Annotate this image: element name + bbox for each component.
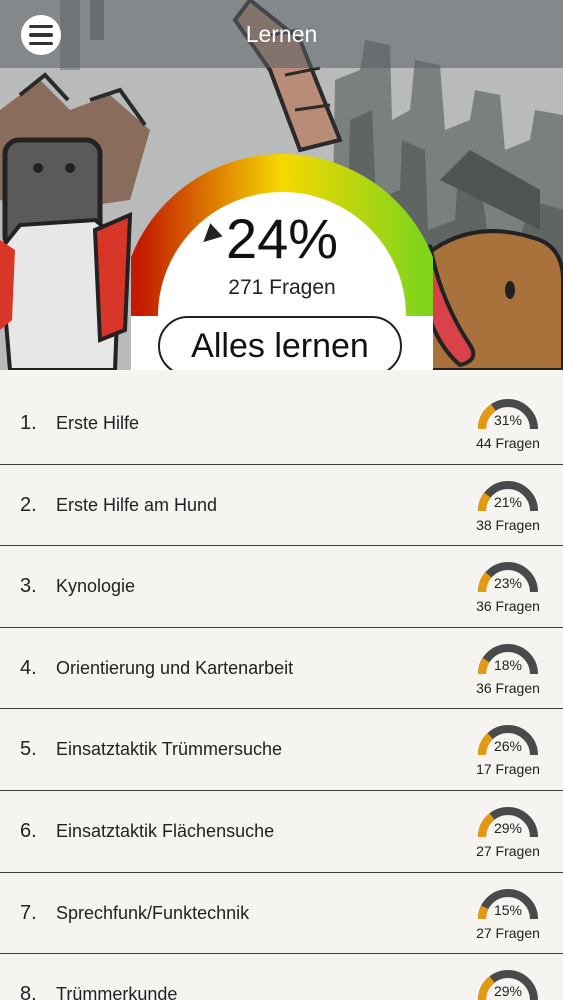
topic-number: 2. [20,493,37,516]
topic-question-count: 17 Fragen [476,761,540,778]
overall-question-count: 271 Fragen [228,276,336,299]
topic-row[interactable]: 1. Erste Hilfe 31% 44 Fragen [0,383,563,465]
topic-question-count: 36 Fragen [476,679,540,696]
topic-list: 1. Erste Hilfe 31% 44 Fragen 2. Erste Hi… [0,383,563,1000]
topic-row[interactable]: 8. Trümmerkunde 29% [0,954,563,1000]
topic-question-count: 27 Fragen [476,842,540,859]
topic-progress-gauge: 21% 38 Fragen [470,475,546,535]
topic-percent: 26% [493,738,523,755]
topic-question-count: 38 Fragen [476,516,540,533]
topic-percent: 21% [493,493,523,510]
topic-row[interactable]: 2. Erste Hilfe am Hund 21% 38 Fragen [0,464,563,547]
topic-percent: 31% [493,412,523,428]
topic-row[interactable]: 6. Einsatztaktik Flächensuche 29% 27 Fra… [0,790,563,873]
topic-percent: 15% [493,901,523,918]
topic-row[interactable]: 4. Orientierung und Kartenarbeit 18% 36 … [0,627,563,710]
topic-title: Erste Hilfe [56,413,140,433]
topic-title: Einsatztaktik Trümmersuche [56,739,283,760]
topic-progress-gauge: 26% 17 Fragen [470,719,546,779]
topic-percent: 23% [493,575,523,592]
learn-all-button[interactable]: Alles lernen [158,316,402,370]
header-illustration: Lernen 24% 271 Fragen Alles lernen [0,0,563,370]
overall-percent: 24% [225,207,339,270]
topic-progress-gauge: 23% 36 Fragen [470,556,546,616]
topic-number: 3. [20,575,37,598]
topic-question-count: 44 Fragen [476,435,540,451]
topic-row[interactable]: 3. Kynologie 23% 36 Fragen [0,546,563,628]
topic-progress-gauge: 29% [470,964,546,1000]
topic-question-count: 36 Fragen [476,598,540,615]
topic-number: 5. [20,738,37,761]
topic-title: Trümmerkunde [56,984,178,1000]
topic-row[interactable]: 7. Sprechfunk/Funktechnik 15% 27 Fragen [0,872,563,955]
topic-percent: 29% [493,819,523,836]
topic-number: 7. [20,901,37,924]
topic-number: 6. [20,819,37,842]
topic-title: Orientierung und Kartenarbeit [56,657,294,678]
topic-title: Sprechfunk/Funktechnik [56,902,250,923]
topic-number: 8. [20,983,37,1000]
topic-progress-gauge: 18% 36 Fragen [470,638,546,698]
topic-title: Kynologie [56,576,136,597]
topic-percent: 29% [493,983,523,1000]
topic-question-count: 27 Fragen [476,924,540,941]
topic-title: Einsatztaktik Flächensuche [56,820,275,841]
page-title: Lernen [245,21,318,47]
topic-progress-gauge: 31% 44 Fragen [470,393,546,453]
topic-progress-gauge: 29% 27 Fragen [470,801,546,861]
top-app-bar: Lernen [0,0,563,68]
topic-percent: 18% [493,656,523,673]
topic-title: Erste Hilfe am Hund [56,494,218,515]
topic-number: 4. [20,656,37,679]
topic-progress-gauge: 15% 27 Fragen [470,883,546,943]
topic-number: 1. [20,412,37,434]
topic-row[interactable]: 5. Einsatztaktik Trümmersuche 26% 17 Fra… [0,709,563,791]
